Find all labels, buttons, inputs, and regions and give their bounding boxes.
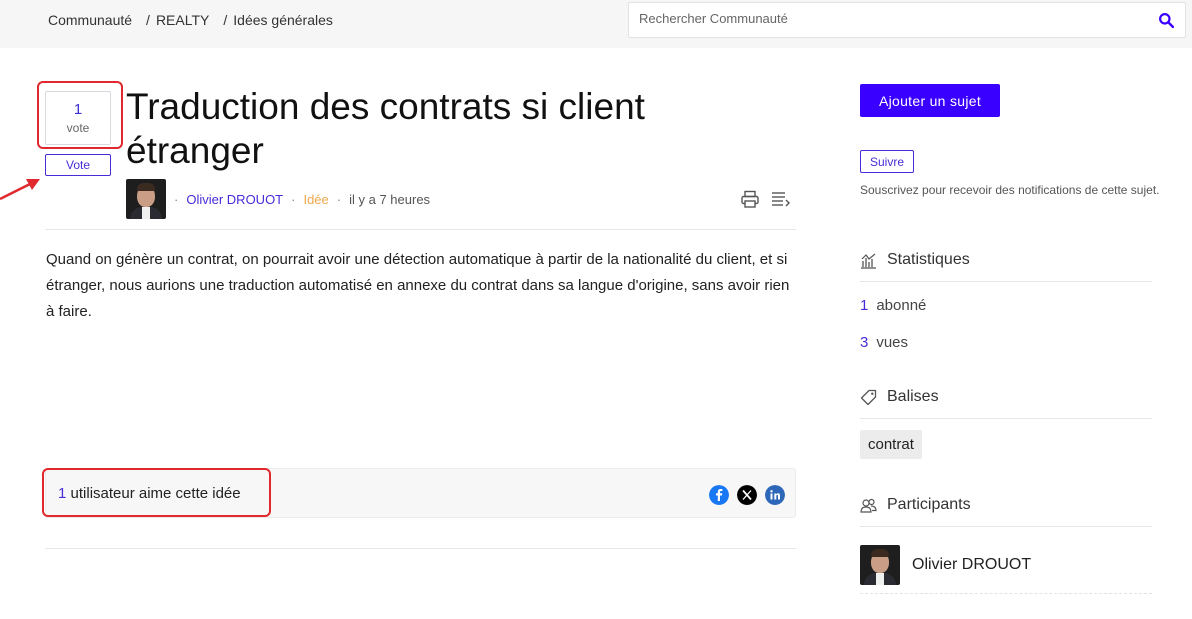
divider <box>860 593 1152 594</box>
breadcrumb: Communauté / REALTY / Idées générales <box>48 12 333 28</box>
page-title: Traduction des contrats si client étrang… <box>126 86 645 171</box>
stat-label: vues <box>876 334 909 351</box>
participants-heading: Participants <box>860 496 971 514</box>
chart-icon <box>861 253 876 269</box>
x-icon[interactable] <box>737 485 757 505</box>
breadcrumb-item-realty[interactable]: REALTY <box>156 12 209 28</box>
annotation-highlight <box>42 468 271 517</box>
statistics-title: Statistiques <box>887 251 970 268</box>
meta-separator: · <box>336 191 342 207</box>
tag-chip[interactable]: contrat <box>860 430 922 459</box>
post-type-label: Idée <box>303 191 329 207</box>
post-body: Quand on génère un contrat, on pourrait … <box>46 251 790 320</box>
stat-views: 3 vues <box>860 334 908 351</box>
breadcrumb-item-communaute[interactable]: Communauté <box>48 12 132 28</box>
follow-description: Souscrivez pour recevoir des notificatio… <box>860 183 1160 197</box>
add-topic-button[interactable]: Ajouter un sujet <box>860 84 1000 117</box>
post-tools <box>740 190 790 208</box>
meta-separator: · <box>291 191 296 207</box>
participant-item[interactable]: Olivier DROUOT <box>860 545 1031 585</box>
search-input[interactable] <box>639 11 1139 26</box>
print-icon[interactable] <box>740 190 760 208</box>
annotation-arrow-icon <box>0 179 40 201</box>
stat-label: abonné <box>876 297 927 314</box>
search-icon[interactable] <box>1158 12 1175 29</box>
meta-separator: · <box>174 191 179 207</box>
divider <box>45 229 796 230</box>
top-bar: Communauté / REALTY / Idées générales <box>0 0 1192 48</box>
stat-value: 3 <box>860 334 869 351</box>
breadcrumb-separator: / <box>223 12 228 28</box>
search-box <box>628 2 1186 38</box>
tags-heading: Balises <box>860 388 939 406</box>
avatar <box>860 545 900 585</box>
tags-title: Balises <box>887 388 939 405</box>
divider <box>45 548 796 549</box>
participants-title: Participants <box>887 496 971 513</box>
linkedin-icon[interactable] <box>765 485 785 505</box>
breadcrumb-item-idees-generales[interactable]: Idées générales <box>233 12 333 28</box>
users-icon <box>860 498 877 513</box>
avatar[interactable] <box>126 179 166 219</box>
participant-name: Olivier DROUOT <box>912 556 1032 573</box>
stat-value: 1 <box>860 297 869 314</box>
tag-icon <box>860 389 877 405</box>
facebook-icon[interactable] <box>709 485 729 505</box>
stat-subscribers: 1 abonné <box>860 297 926 314</box>
author-link[interactable]: Olivier DROUOT <box>186 192 283 207</box>
statistics-heading: Statistiques <box>860 251 970 269</box>
vote-button[interactable]: Vote <box>45 154 111 176</box>
divider <box>860 526 1152 527</box>
annotation-highlight <box>37 81 123 149</box>
post-time: il y a 7 heures <box>349 191 431 207</box>
breadcrumb-separator: / <box>146 12 150 28</box>
follow-button[interactable]: Suivre <box>860 150 914 173</box>
divider <box>860 281 1152 282</box>
reading-mode-icon[interactable] <box>770 190 790 208</box>
divider <box>860 418 1152 419</box>
post-meta: · Olivier DROUOT · Idée · il y a 7 heure… <box>126 179 430 219</box>
